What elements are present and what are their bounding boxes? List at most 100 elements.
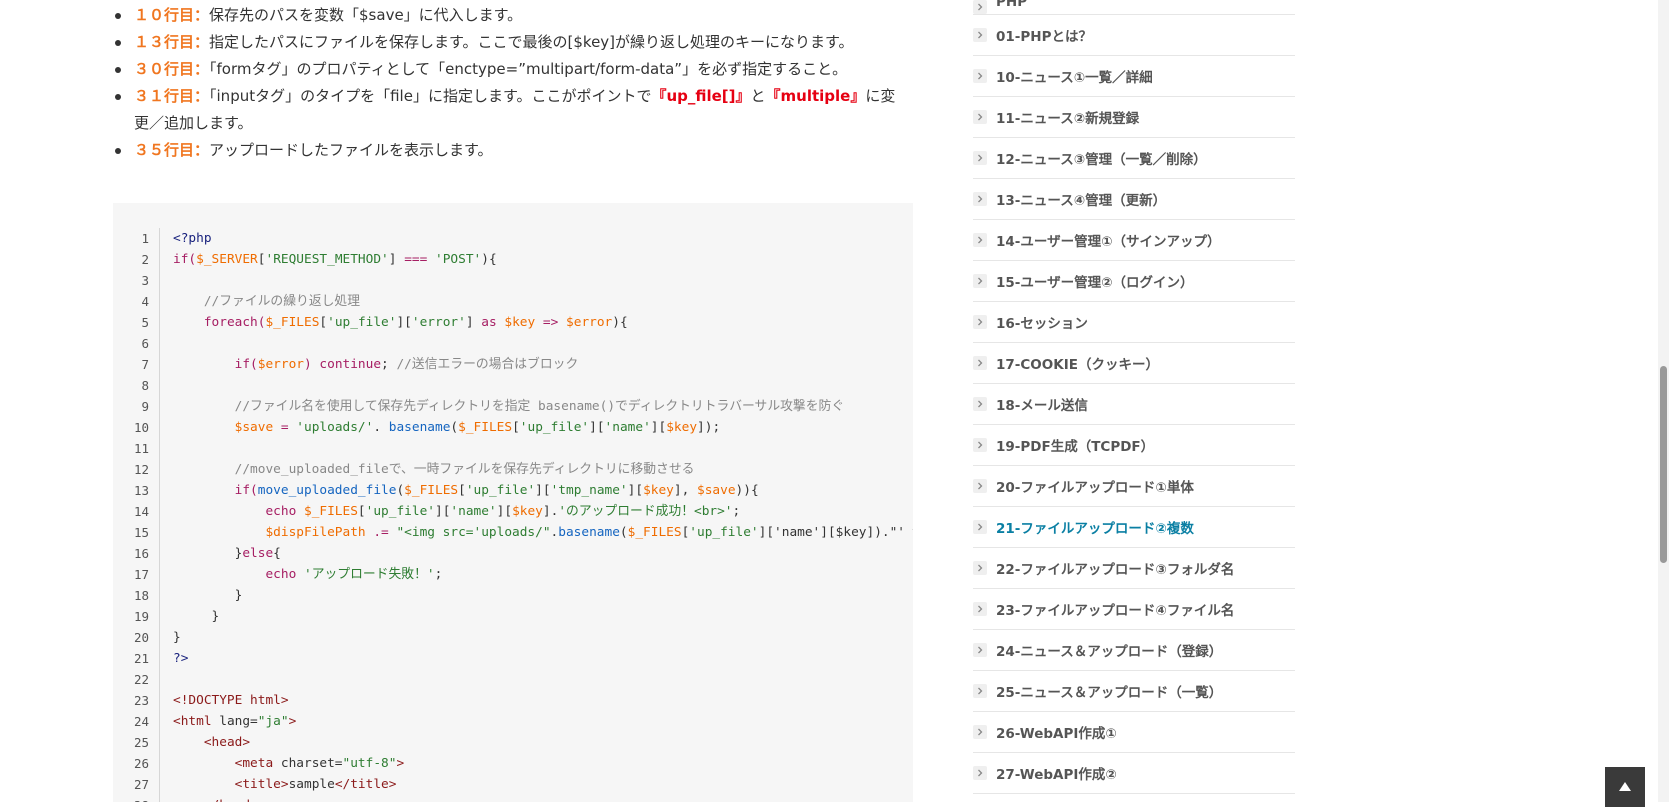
code-token: $error: [257, 357, 304, 372]
code-token: ]: [388, 252, 405, 267]
line-number-label: ３５行目：: [134, 141, 210, 159]
chevron-right-icon: [973, 233, 987, 247]
sidebar-link-label[interactable]: 16-セッション: [996, 312, 1088, 332]
code-token: "utf-8": [342, 756, 397, 771]
sidebar-link[interactable]: 23-ファイルアップロード④ファイル名: [973, 589, 1295, 630]
sidebar-link-label[interactable]: 12-ニュース③管理（一覧／削除）: [996, 148, 1207, 168]
sidebar-link[interactable]: 16-セッション: [973, 302, 1295, 343]
sidebar-link[interactable]: 20-ファイルアップロード①単体: [973, 466, 1295, 507]
code-line: <meta charset="utf-8">: [160, 753, 913, 774]
sidebar-link[interactable]: 22-ファイルアップロード③フォルダ名: [973, 548, 1295, 589]
code-token: 'up_file': [689, 525, 759, 540]
sidebar-link[interactable]: 19-PDF生成（TCPDF）: [973, 425, 1295, 466]
code-token: 'tmp_name': [550, 483, 628, 498]
code-token: ?>: [173, 651, 189, 666]
line-number-label: １３行目：: [134, 33, 210, 51]
line-number: 25: [133, 735, 149, 750]
sidebar-link-label[interactable]: 17-COOKIE（クッキー）: [996, 353, 1159, 373]
sidebar-link-label[interactable]: 26-WebAPI作成①: [996, 722, 1117, 742]
sidebar-link-label[interactable]: 22-ファイルアップロード③フォルダ名: [996, 558, 1234, 578]
sidebar-link-label[interactable]: 24-ニュース＆アップロード（登録）: [996, 640, 1222, 660]
sidebar-link[interactable]: 17-COOKIE（クッキー）: [973, 343, 1295, 384]
sidebar-link-label[interactable]: 10-ニュース①一覧／詳細: [996, 66, 1153, 86]
highlighted-keyword: 『up_file[]』: [651, 87, 751, 105]
chevron-right-icon: [973, 356, 987, 370]
sidebar-link[interactable]: 15-ユーザー管理②（ログイン）: [973, 261, 1295, 302]
code-line: //ファイルの繰り返し処理: [160, 291, 913, 312]
sidebar-link-label[interactable]: PHP: [996, 0, 1027, 10]
chevron-right-icon: [973, 643, 987, 657]
sidebar-link-label[interactable]: 27-WebAPI作成②: [996, 763, 1117, 783]
sidebar-link-label[interactable]: 15-ユーザー管理②（ログイン）: [996, 271, 1194, 291]
sidebar-link[interactable]: 10-ニュース①一覧／詳細: [973, 56, 1295, 97]
back-to-top-button[interactable]: [1605, 767, 1645, 807]
code-line: ?>: [160, 648, 913, 669]
code-token: <!DOCTYPE html>: [173, 693, 289, 708]
sidebar-link-label[interactable]: 11-ニュース②新規登録: [996, 107, 1139, 127]
sidebar-link[interactable]: 18-メール送信: [973, 384, 1295, 425]
line-number: 20: [133, 630, 149, 645]
code-token: foreach(: [203, 315, 266, 330]
code-line: <title>sample</title>: [160, 774, 913, 795]
code-token: (: [450, 420, 459, 435]
code-token: 'のアップロード成功！<br>': [558, 504, 733, 519]
sidebar-link[interactable]: 01-PHPとは？: [973, 15, 1295, 56]
chevron-right-icon: [973, 151, 987, 165]
code-token: <meta: [234, 756, 281, 771]
code-token: ){: [612, 315, 628, 330]
code-token: $save: [697, 483, 736, 498]
chevron-right-icon: [973, 274, 987, 288]
sidebar-link[interactable]: 21-ファイルアップロード②複数: [973, 507, 1295, 548]
code-token: ][: [627, 483, 644, 498]
line-number: 27: [133, 777, 149, 792]
sidebar-link-label[interactable]: 01-PHPとは？: [996, 25, 1092, 45]
code-token: "ja": [257, 714, 289, 729]
sidebar-link[interactable]: 14-ユーザー管理①（サインアップ）: [973, 220, 1295, 261]
sidebar-link-label[interactable]: 23-ファイルアップロード④ファイル名: [996, 599, 1234, 619]
sidebar-link-label[interactable]: 20-ファイルアップロード①単体: [996, 476, 1194, 496]
code-token: ][: [535, 483, 551, 498]
code-line: }else{: [160, 543, 913, 564]
sidebar-link[interactable]: 12-ニュース③管理（一覧／削除）: [973, 138, 1295, 179]
code-line: if(move_uploaded_file($_FILES['up_file']…: [160, 480, 913, 501]
arrow-up-icon: [1619, 782, 1631, 791]
sidebar-link-label[interactable]: 18-メール送信: [996, 394, 1088, 414]
explanation-list: １０行目：保存先のパスを変数「$save」に代入します。 １３行目：指定したパスに…: [110, 2, 910, 164]
sidebar-link[interactable]: 24-ニュース＆アップロード（登録）: [973, 630, 1295, 671]
code-token: ;: [732, 504, 741, 519]
code-token: sample: [288, 777, 335, 792]
sidebar-link-label[interactable]: 13-ニュース④管理（更新）: [996, 189, 1166, 209]
sidebar-link[interactable]: 11-ニュース②新規登録: [973, 97, 1295, 138]
code-token: $_FILES: [627, 525, 682, 540]
explanation-item: ３５行目：アップロードしたファイルを表示します。: [110, 137, 910, 164]
sidebar-link[interactable]: PHP: [973, 0, 1295, 15]
code-token: basename: [388, 420, 451, 435]
code-line: }: [160, 627, 913, 648]
page-scrollbar[interactable]: [1658, 0, 1669, 802]
code-token: 'up_file': [327, 315, 397, 330]
line-number: 18: [133, 588, 149, 603]
sidebar-link[interactable]: 25-ニュース＆アップロード（一覧）: [973, 671, 1295, 712]
sidebar-link-label[interactable]: 19-PDF生成（TCPDF）: [996, 435, 1154, 455]
sidebar-link-label[interactable]: 25-ニュース＆アップロード（一覧）: [996, 681, 1222, 701]
code-token: 'up_file': [465, 483, 536, 498]
code-token: </head>: [204, 798, 258, 802]
line-number-label: ３０行目：: [134, 60, 210, 78]
sidebar-link-label[interactable]: 21-ファイルアップロード②複数: [996, 517, 1194, 537]
article-content: １０行目：保存先のパスを変数「$save」に代入します。 １３行目：指定したパスに…: [0, 0, 930, 802]
code-token: ].: [542, 504, 559, 519]
code-token: echo: [265, 504, 304, 519]
code-line: //ファイル名を使用して保存先ディレクトリを指定 basename()でディレク…: [160, 396, 913, 417]
sidebar-link[interactable]: 13-ニュース④管理（更新）: [973, 179, 1295, 220]
line-number: 14: [133, 504, 149, 519]
sidebar-link[interactable]: 26-WebAPI作成①: [973, 712, 1295, 753]
sidebar-link-label[interactable]: 14-ユーザー管理①（サインアップ）: [996, 230, 1221, 250]
scrollbar-thumb[interactable]: [1660, 366, 1667, 563]
sidebar-link[interactable]: 27-WebAPI作成②: [973, 753, 1295, 794]
